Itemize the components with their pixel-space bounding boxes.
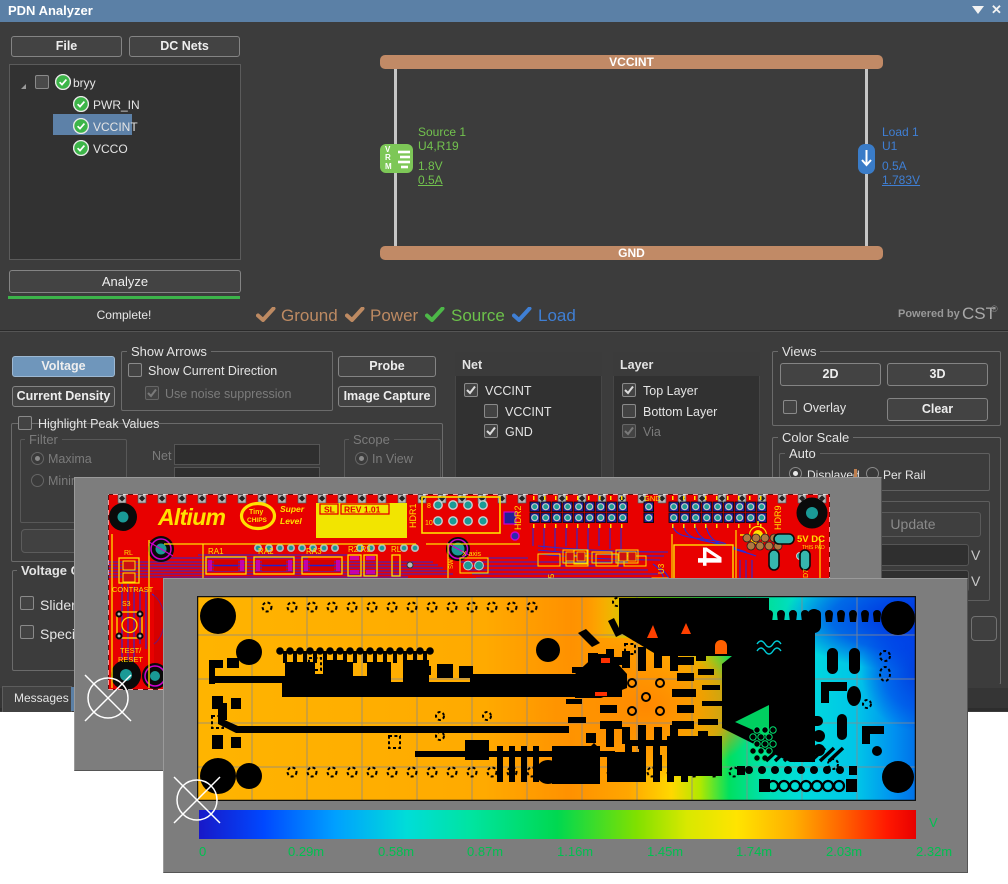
svg-text:HDR1: HDR1 [408,503,418,528]
svg-text:RL: RL [124,550,133,557]
svg-text:RA1: RA1 [208,547,224,556]
svg-text:REV 1.01: REV 1.01 [344,505,381,515]
svg-text:U3: U3 [657,563,666,574]
svg-text:RESET: RESET [118,655,143,664]
svg-text:Tiny: Tiny [249,509,263,516]
svg-text:HDR9: HDR9 [773,505,783,530]
svg-text:CONTRAST: CONTRAST [112,585,154,594]
svg-text:SL: SL [324,505,335,515]
svg-text:SW: SW [449,559,455,569]
svg-text:S3: S3 [122,601,131,608]
svg-text:8: 8 [427,503,431,510]
svg-text:Altium: Altium [157,504,226,530]
svg-text:CHIPS: CHIPS [247,517,268,524]
svg-text:4: 4 [690,547,728,566]
svg-text:10: 10 [425,520,433,527]
svg-text:RA2: RA2 [258,547,274,556]
svg-text:TEST/: TEST/ [120,646,142,655]
svg-text:5V DC: 5V DC [797,534,825,545]
svg-text:RA3: RA3 [306,547,322,556]
svg-text:D7: D7 [803,569,810,578]
svg-text:X axis: X axis [462,551,482,558]
svg-text:R2 R3: R2 R3 [348,545,371,554]
svg-text:Super: Super [280,504,305,514]
svg-text:RL: RL [391,545,402,554]
svg-text:HDR2: HDR2 [513,505,523,530]
svg-text:Level: Level [280,516,302,526]
